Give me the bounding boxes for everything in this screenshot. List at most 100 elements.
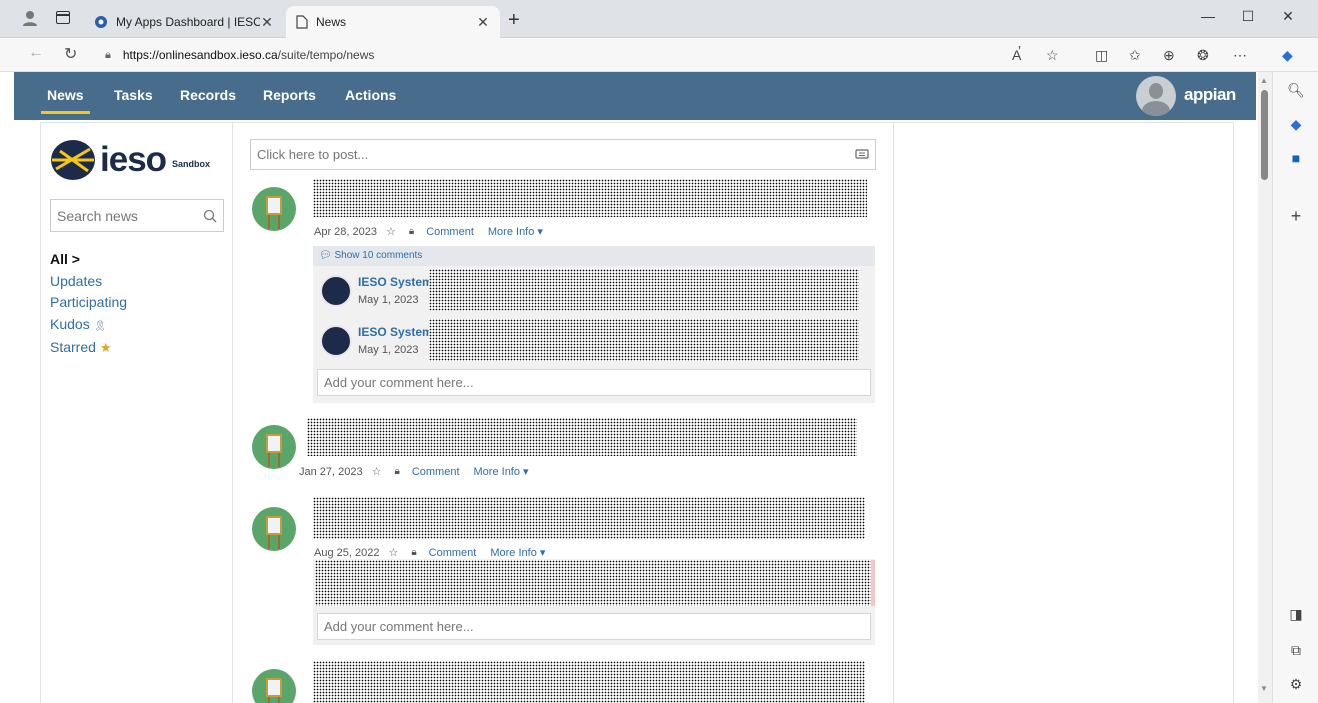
comment-author[interactable]: IESO System [358,325,433,339]
maximize-button[interactable]: ☐ [1238,8,1258,25]
page-viewport: News Tasks Records Reports Actions appia… [14,72,1256,703]
url-host: https://onlinesandbox.ieso.ca [122,48,278,62]
settings-gear-icon[interactable]: ⚙ [1273,676,1318,693]
redacted-post-content [313,497,865,539]
redacted-comment-content [429,319,859,361]
lock-icon: 🔒︎ [408,226,415,237]
filter-participating[interactable]: Participating [50,292,127,314]
comment-placeholder: Add your comment here... [324,375,474,390]
filter-kudos[interactable]: Kudos 🎗︎ [50,314,127,338]
outlook-icon[interactable]: ■ [1273,150,1318,166]
star-icon[interactable]: ☆ [372,465,382,478]
scroll-up-icon[interactable]: ▲ [1260,76,1268,85]
post-avatar[interactable] [252,669,296,703]
starred-star-icon: ★ [99,340,112,355]
profile-icon[interactable] [22,10,38,26]
scroll-thumb[interactable] [1261,90,1268,180]
extensions-icon[interactable]: ❂ [1197,47,1209,64]
url-field[interactable]: 🔒︎ https://onlinesandbox.ieso.ca/suite/t… [105,43,1105,67]
news-sidebar: ieso Sandbox Search news All > Updates P… [41,123,233,703]
post-avatar[interactable] [252,425,296,469]
add-comment-input[interactable]: Add your comment here... [317,369,871,396]
more-info-label: More Info [487,226,535,238]
browser-tab-bar: My Apps Dashboard | IESO Gate ✕ News ✕ +… [0,0,1318,38]
close-window-button[interactable]: ✕ [1278,8,1298,25]
browser-tab-news[interactable]: News ✕ [286,6,500,38]
search-icon[interactable] [203,209,217,223]
post-input[interactable]: Click here to post... [250,139,876,170]
filter-all[interactable]: All > [50,249,127,271]
post-avatar[interactable] [252,507,296,551]
external-link-icon[interactable]: ⧉ [1273,642,1318,659]
app-nav-bar: News Tasks Records Reports Actions appia… [14,72,1256,120]
filter-updates[interactable]: Updates [50,271,127,293]
refresh-icon[interactable]: ↻ [64,44,77,64]
show-comments-link[interactable]: 💬︎ Show 10 comments [313,246,875,266]
more-menu-icon[interactable]: ⋯ [1233,47,1247,64]
add-comment-input[interactable]: Add your comment here... [317,613,871,640]
nav-actions[interactable]: Actions [345,87,396,103]
close-tab-icon[interactable]: ✕ [260,14,274,31]
nav-news[interactable]: News [41,87,90,114]
post-meta: Apr 28, 2023 ☆ 🔒︎ Comment More Info ▾ [314,225,557,239]
redacted-post-content [307,418,857,456]
nav-records[interactable]: Records [180,87,236,103]
minimize-button[interactable]: — [1198,8,1218,24]
scroll-down-icon[interactable]: ▼ [1260,684,1268,693]
logo-word: ieso [100,140,167,179]
read-aloud-icon[interactable]: A̕ [1012,47,1021,63]
copilot-icon[interactable]: ◆ [1282,47,1293,64]
page-scrollbar[interactable]: ▲ ▼ [1258,72,1272,703]
close-tab-icon[interactable]: ✕ [476,14,490,31]
comment-link[interactable]: Comment [426,226,474,238]
appian-favicon-icon [95,16,107,28]
search-news-input[interactable]: Search news [50,199,224,232]
show-comments-label: Show 10 comments [334,250,423,261]
address-bar-row: ← ↻ 🔒︎ https://onlinesandbox.ieso.ca/sui… [0,38,1318,72]
post-avatar[interactable] [252,187,296,231]
tab-title: My Apps Dashboard | IESO Gate [116,15,260,29]
collections-icon[interactable]: ⊕ [1163,47,1175,64]
more-info-link[interactable]: More Info ▾ [488,225,543,238]
tab-title: News [316,15,347,29]
nav-tasks[interactable]: Tasks [114,87,153,103]
more-info-link[interactable]: More Info ▾ [490,546,545,559]
shopping-icon[interactable]: ◆ [1273,116,1318,133]
lock-icon: 🔒︎ [394,466,400,477]
post-meta: Aug 25, 2022 ☆ 🔒︎ Comment More Info ▾ [314,546,559,560]
tab-actions-icon[interactable] [56,11,70,24]
redacted-comment-content [315,560,871,606]
browser-tab-dashboard[interactable]: My Apps Dashboard | IESO Gate ✕ [84,6,284,38]
filter-starred[interactable]: Starred ★ [50,337,127,359]
more-info-link[interactable]: More Info ▾ [474,465,529,478]
nav-reports[interactable]: Reports [263,87,316,103]
ieso-logo: ieso Sandbox [50,138,210,182]
favorites-icon[interactable]: ✩ [1129,47,1141,64]
comment-link[interactable]: Comment [429,547,477,559]
search-placeholder: Search news [57,207,138,224]
favorite-star-icon[interactable]: ☆ [1046,47,1059,64]
comment-avatar[interactable] [320,275,352,307]
comment-date: May 1, 2023 [358,344,419,356]
sidebar-toggle-icon[interactable]: ◨ [1273,606,1318,623]
comment-link[interactable]: Comment [412,466,460,478]
speech-bubble-icon: 💬︎ [319,250,332,261]
news-filters: All > Updates Participating Kudos 🎗︎ Sta… [50,249,127,359]
user-avatar[interactable] [1136,76,1176,116]
post-placeholder: Click here to post... [257,147,369,162]
browser-sidebar: 🔍︎ ◆ ■ + ◨ ⧉ ⚙ [1272,72,1318,703]
search-icon[interactable]: 🔍︎ [1273,82,1318,99]
add-sidebar-app-icon[interactable]: + [1273,206,1318,227]
split-screen-icon[interactable]: ◫ [1095,47,1108,64]
star-icon[interactable]: ☆ [388,546,398,559]
back-icon[interactable]: ← [28,44,44,62]
url-path: /suite/tempo/news [277,48,375,62]
comment-avatar[interactable] [320,325,352,357]
post-date: Jan 27, 2023 [299,465,363,478]
comment-author[interactable]: IESO System [358,275,433,289]
redacted-comment-content [429,269,859,311]
logo-tag: Sandbox [172,159,211,169]
comment-placeholder: Add your comment here... [324,619,474,634]
star-icon[interactable]: ☆ [386,225,396,238]
new-tab-button[interactable]: + [508,9,520,32]
